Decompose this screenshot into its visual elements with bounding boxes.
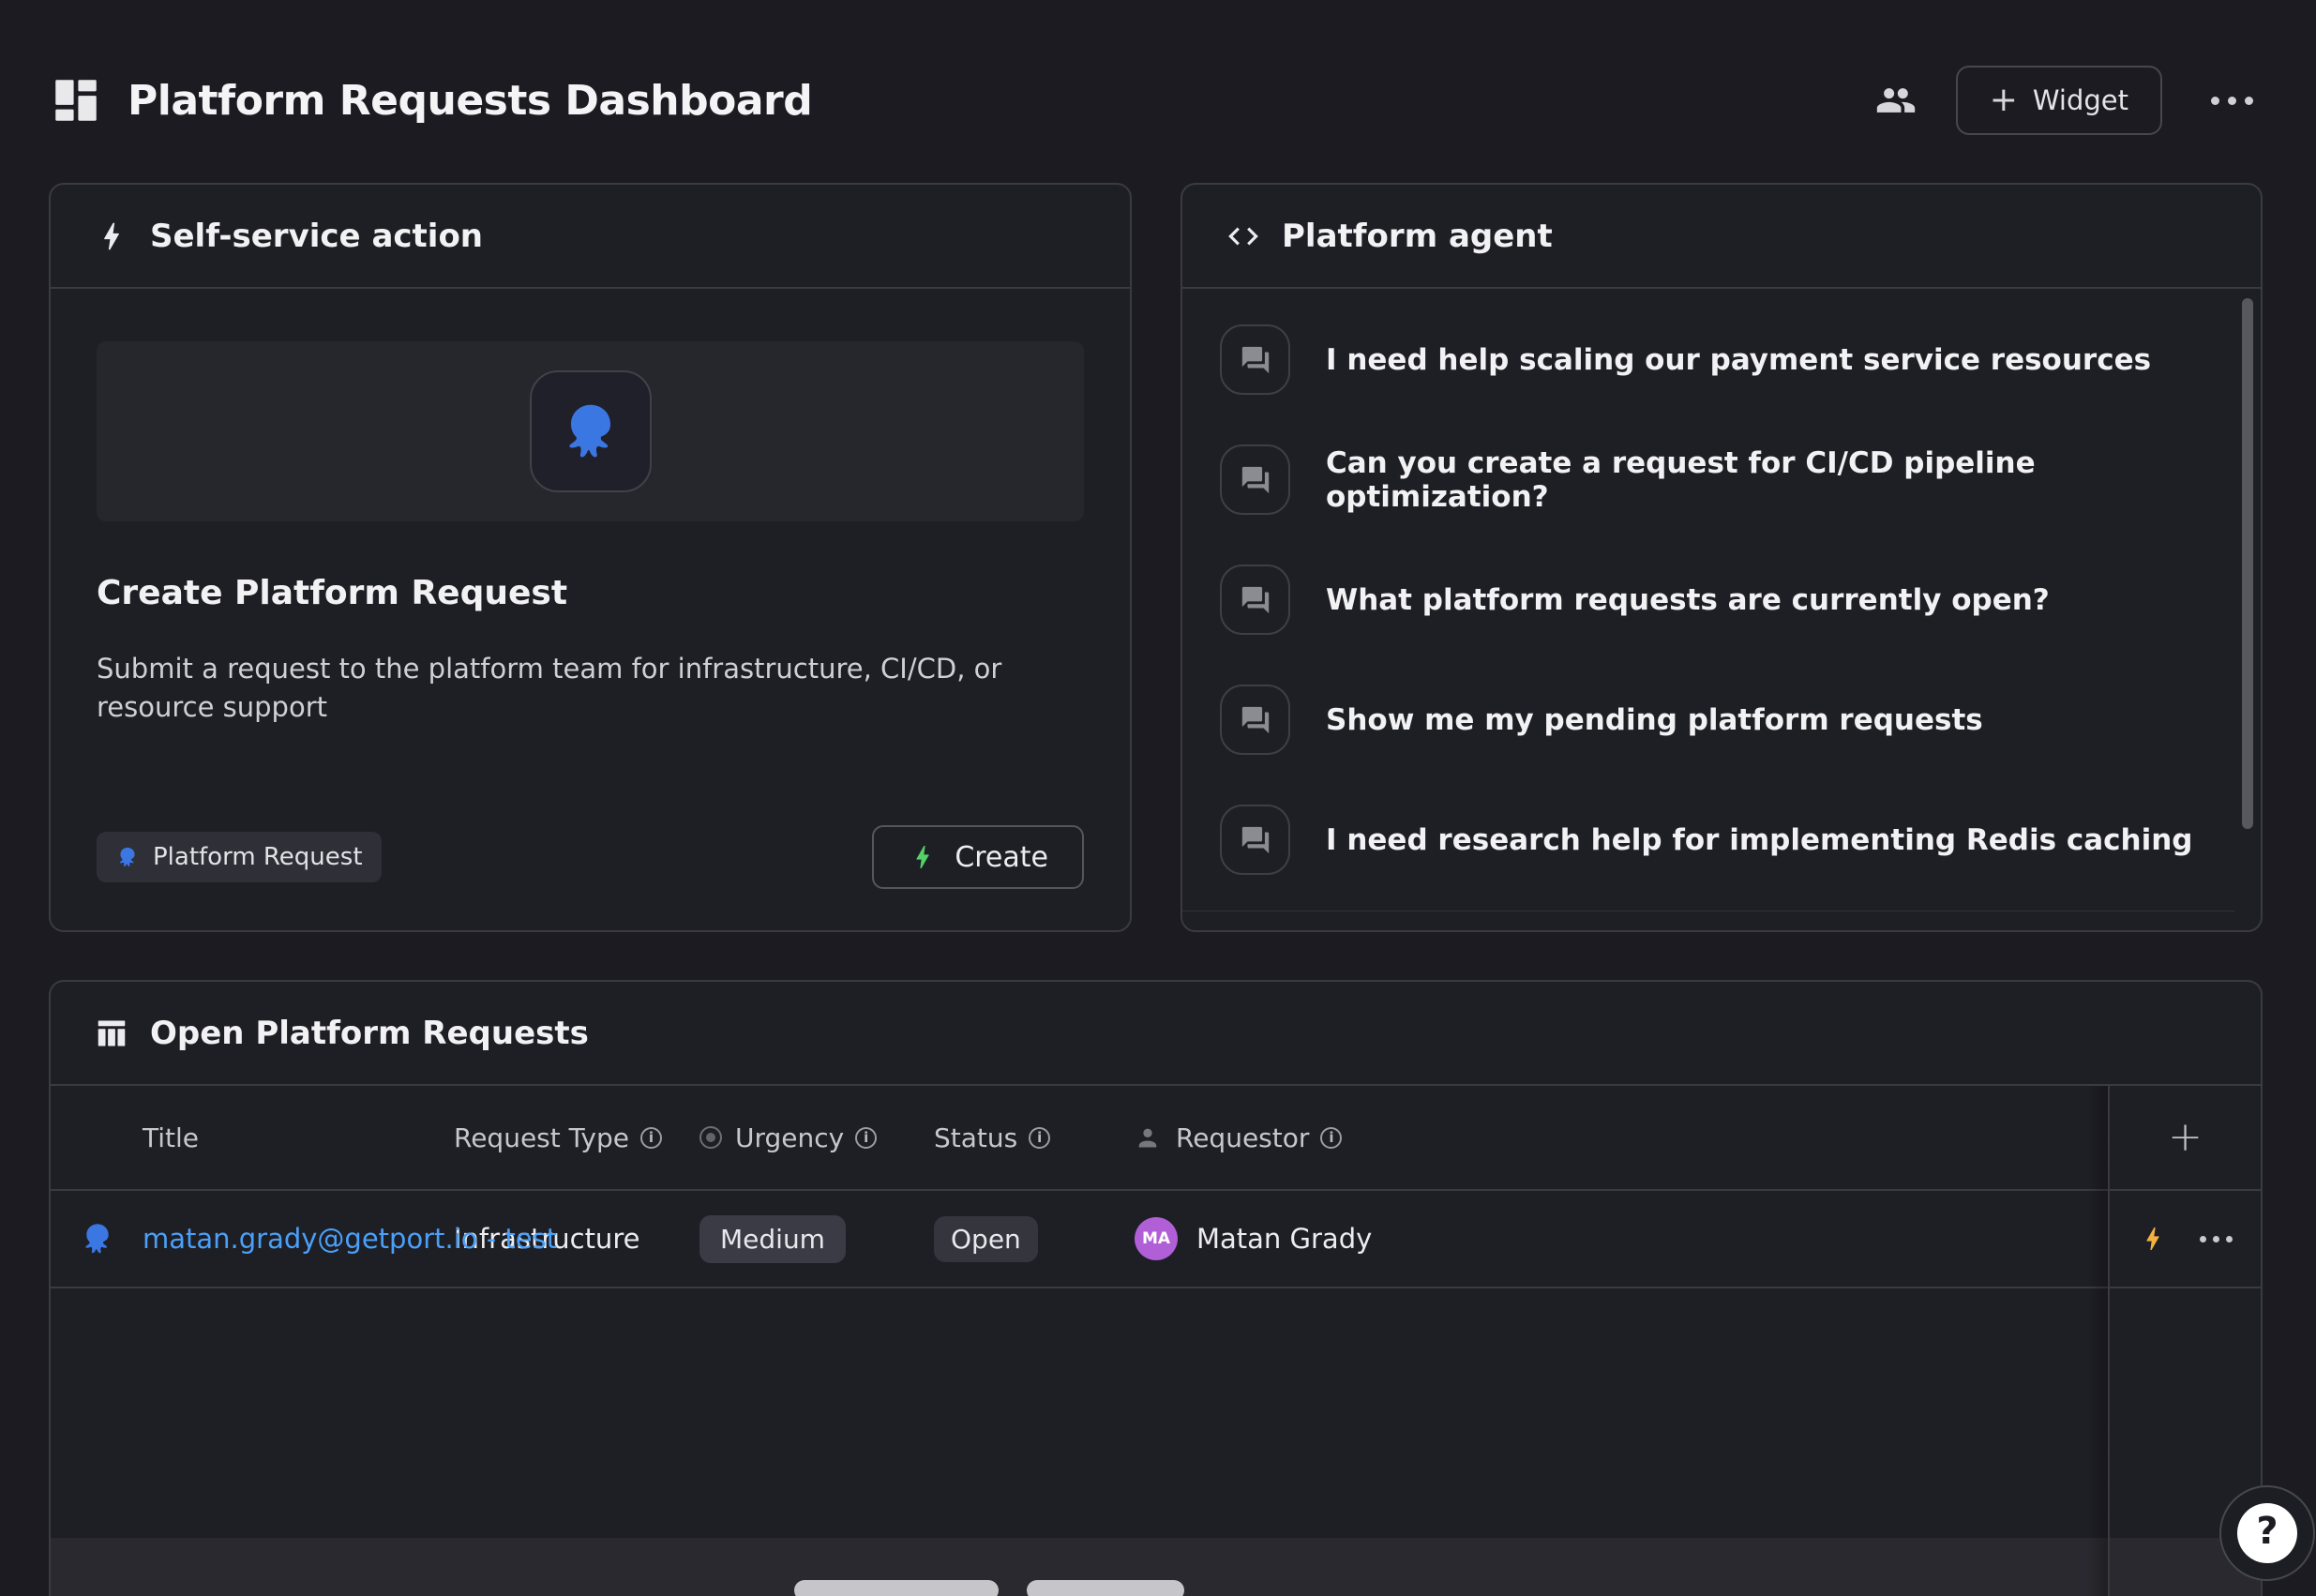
table-header-row: Title Request Type i Urgency i Status i [51,1086,2261,1191]
action-banner [97,341,1084,521]
horizontal-scrollbar-thumb[interactable] [1027,1580,1184,1596]
agent-card-header: Platform agent [1182,185,2261,289]
octopus-logo-icon [557,398,624,465]
info-icon[interactable]: i [1029,1127,1050,1149]
agent-suggestion[interactable]: I need research help for implementing Re… [1220,805,2223,875]
sticky-column-shadow [2087,1086,2108,1596]
open-platform-requests-card: Open Platform Requests Title Request Typ… [49,980,2263,1596]
platform-agent-card: Platform agent I need help scaling our p… [1181,183,2263,932]
people-icon[interactable] [1875,80,1917,121]
info-icon[interactable]: i [640,1127,662,1149]
info-icon[interactable]: i [855,1127,877,1149]
add-widget-button[interactable]: + Widget [1956,66,2162,135]
horizontal-scrollbar-thumb[interactable] [794,1580,999,1596]
action-title: Create Platform Request [97,574,1084,612]
column-header-title[interactable]: Title [51,1122,454,1153]
page-title: Platform Requests Dashboard [128,77,812,125]
cell-row-actions [2110,1224,2261,1254]
self-service-card-title: Self-service action [150,218,483,255]
create-button[interactable]: Create [872,825,1084,889]
chat-bubble-icon [1220,805,1290,875]
cell-status: Open [934,1216,1135,1262]
agent-suggestion-label: I need research help for implementing Re… [1326,823,2192,857]
agent-scrollbar[interactable] [2242,298,2253,829]
code-icon [1226,218,1261,254]
plus-icon: + [1990,83,2018,117]
requestor-avatar: MA [1135,1217,1178,1260]
lightning-icon [94,218,129,254]
info-icon[interactable]: i [1320,1127,1342,1149]
column-header-requestor[interactable]: Requestor i [1135,1122,2020,1153]
column-header-status[interactable]: Status i [934,1122,1135,1153]
chat-bubble-icon [1220,565,1290,635]
blueprint-badge-label: Platform Request [153,843,363,871]
dashboard-icon [49,73,103,128]
agent-suggestion-label: Show me my pending platform requests [1326,703,1983,737]
header-actions: + Widget [1875,66,2263,135]
octopus-badge-icon [115,845,140,869]
agent-suggestion-label: What platform requests are currently ope… [1326,583,2050,617]
table-row: matan.grady@getport.io - test Infrastruc… [51,1191,2261,1288]
table-card-header: Open Platform Requests [51,982,2261,1086]
cell-urgency: Medium [699,1215,934,1263]
platform-requests-dashboard: Platform Requests Dashboard + Widget Sel… [0,0,2316,1596]
column-header-request-type[interactable]: Request Type i [454,1122,699,1153]
column-header-urgency[interactable]: Urgency i [699,1122,934,1153]
actions-column-divider [2108,1086,2110,1596]
help-button[interactable]: ? [2219,1485,2315,1581]
column-label: Request Type [454,1122,629,1153]
request-title-link[interactable]: matan.grady@getport.io - test [143,1223,557,1255]
column-label: Urgency [735,1122,844,1153]
self-service-action-card: Self-service action Create Platform Requ… [49,183,1132,932]
self-service-card-body: Create Platform Request Submit a request… [51,289,1130,932]
row-more-options-icon[interactable] [2200,1236,2233,1242]
agent-suggestion[interactable]: Show me my pending platform requests [1220,685,2223,755]
chat-bubble-icon [1220,324,1290,395]
agent-suggestion[interactable]: Can you create a request for CI/CD pipel… [1220,444,2223,515]
more-options-icon[interactable] [2202,87,2263,114]
action-description: Submit a request to the platform team fo… [97,650,1025,727]
create-lightning-icon [908,842,938,872]
table-card-title: Open Platform Requests [150,1015,589,1052]
person-icon [1135,1124,1161,1151]
add-widget-label: Widget [2033,84,2128,116]
run-action-lightning-icon[interactable] [2138,1224,2168,1254]
self-service-card-header: Self-service action [51,185,1130,289]
blueprint-badge[interactable]: Platform Request [97,832,382,882]
add-column-cell: + [2110,1117,2261,1158]
chat-bubble-icon [1220,444,1290,515]
action-logo-tile [530,370,652,492]
urgency-badge: Medium [699,1215,846,1263]
chat-bubble-icon [1220,685,1290,755]
column-label: Requestor [1176,1122,1309,1153]
agent-suggestion-label: Can you create a request for CI/CD pipel… [1326,446,2223,514]
cell-title: matan.grady@getport.io - test [51,1223,454,1255]
status-badge: Open [934,1216,1038,1262]
page-header: Platform Requests Dashboard + Widget [49,49,2263,152]
octopus-entity-icon [79,1220,116,1257]
requestor-name: Matan Grady [1196,1223,1372,1255]
table-columns-icon [94,1016,129,1051]
agent-card-title: Platform agent [1282,218,1553,255]
agent-suggestion[interactable]: I need help scaling our payment service … [1220,324,2223,395]
agent-suggestions-list: I need help scaling our payment service … [1182,289,2261,932]
action-footer: Platform Request Create [97,825,1084,889]
column-label: Status [934,1122,1017,1153]
table-bottom-strip [51,1538,2261,1596]
create-button-label: Create [955,841,1048,874]
column-label: Title [143,1122,199,1153]
question-mark-icon: ? [2237,1503,2297,1563]
cell-requestor: MA Matan Grady [1135,1217,2020,1260]
agent-suggestion[interactable]: What platform requests are currently ope… [1220,565,2223,635]
radio-icon [699,1126,722,1149]
add-column-button[interactable]: + [2168,1117,2203,1158]
agent-suggestion-label: I need help scaling our payment service … [1326,343,2151,377]
